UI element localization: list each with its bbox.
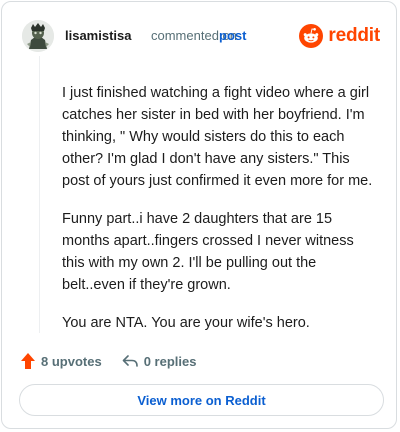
reddit-logo[interactable]: reddit (299, 23, 380, 49)
comment-header: lisamistisa commented on post reddit (22, 20, 380, 52)
reply-count: 0 replies (143, 353, 197, 369)
reddit-icon (299, 24, 324, 48)
username[interactable]: lisamistisa (65, 28, 132, 43)
comment-embed-card: lisamistisa commented on post reddit I j… (1, 1, 397, 429)
avatar[interactable] (22, 20, 54, 52)
thread-line (39, 56, 40, 333)
comment-paragraph: You are NTA. You are your wife's hero. (62, 315, 310, 331)
upvote-group[interactable]: 8 upvotes (21, 353, 102, 369)
comment-paragraph: Funny part..i have 2 daughters that are … (62, 211, 354, 293)
comment-paragraph: I just finished watching a fight video w… (62, 85, 373, 189)
replies-group[interactable]: 0 replies (122, 353, 197, 369)
brand-wordmark: reddit (328, 25, 380, 46)
reply-icon (122, 355, 138, 367)
avatar-image (22, 20, 54, 52)
comment-body: I just finished watching a fight video w… (62, 82, 380, 350)
comment-footer: 8 upvotes 0 replies (21, 351, 196, 371)
upvote-arrow-icon (21, 353, 35, 369)
post-link[interactable]: post (219, 28, 246, 43)
upvote-count: 8 upvotes (41, 353, 102, 369)
view-more-button[interactable]: View more on Reddit (19, 384, 384, 416)
